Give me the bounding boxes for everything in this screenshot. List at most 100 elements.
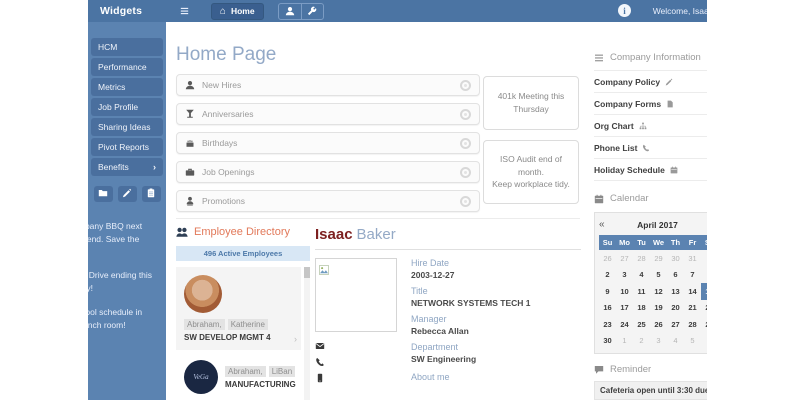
calendar-day[interactable]: 14 [684, 283, 701, 300]
calendar-day[interactable]: 18 [633, 300, 650, 317]
calendar-day[interactable]: 30 [667, 250, 684, 267]
calendar-day[interactable]: 29 [650, 250, 667, 267]
calendar-day[interactable]: 11 [633, 283, 650, 300]
company-info-company-forms[interactable]: Company Forms [594, 93, 707, 115]
calendar-day[interactable]: 5 [650, 267, 667, 284]
calendar-day[interactable]: 29 [701, 316, 707, 333]
calendar-day[interactable]: 17 [616, 300, 633, 317]
calendar-day[interactable]: 26 [599, 250, 616, 267]
page-title: Home Page [176, 44, 276, 66]
expand-circle-icon[interactable] [460, 138, 471, 149]
pencil-button[interactable] [118, 186, 137, 202]
calendar-day[interactable]: 10 [616, 283, 633, 300]
calendar-prev-button[interactable]: « [599, 219, 613, 230]
folder-icon [98, 185, 108, 203]
expand-circle-icon[interactable] [460, 196, 471, 207]
reminder-text: Cafeteria open until 3:30 due to [594, 381, 707, 400]
cake-icon [185, 138, 195, 148]
sidebar-item-benefits[interactable]: Benefits› [91, 158, 163, 176]
company-info-label: Org Chart [594, 121, 634, 131]
award-icon [185, 196, 195, 206]
sidebar-item-job-profile[interactable]: Job Profile [91, 98, 163, 116]
company-info-company-policy[interactable]: Company Policy [594, 71, 707, 93]
hamburger-menu-icon[interactable]: ≡ [180, 4, 189, 19]
calendar-day[interactable]: 23 [599, 316, 616, 333]
directory-entry[interactable]: VeGaAbraham,LiBanMANUFACTURING [176, 352, 301, 400]
directory-entry[interactable]: Abraham,KatherineSW DEVELOP MGMT 4› [176, 267, 301, 350]
expand-circle-icon[interactable] [460, 167, 471, 178]
calendar-day[interactable]: 6 [701, 333, 707, 350]
calendar-day[interactable]: 26 [650, 316, 667, 333]
calendar-day[interactable]: 12 [650, 283, 667, 300]
chevron-right-icon: › [294, 334, 297, 344]
accordion-promotions[interactable]: Promotions [176, 190, 480, 212]
broken-image-icon [319, 262, 329, 279]
accordion-label: Promotions [202, 196, 245, 206]
calendar-day[interactable]: 30 [599, 333, 616, 350]
calendar-day[interactable]: 19 [650, 300, 667, 317]
sidebar-item-hcm[interactable]: HCM [91, 38, 163, 56]
calendar-day[interactable]: 21 [684, 300, 701, 317]
calendar-day[interactable]: 13 [667, 283, 684, 300]
calendar-day[interactable]: 22 [701, 300, 707, 317]
calendar-day[interactable]: 25 [633, 316, 650, 333]
expand-circle-icon[interactable] [460, 80, 471, 91]
calendar-day[interactable]: 27 [616, 250, 633, 267]
calendar-day-header: Mo [616, 235, 633, 250]
calendar-day[interactable]: 2 [599, 267, 616, 284]
calendar-day[interactable]: 8 [701, 267, 707, 284]
notes-column: 401k Meeting thisThursdayISO Audit end o… [483, 76, 579, 214]
calendar-day[interactable]: 27 [667, 316, 684, 333]
employee-name: Abraham,Katherine [184, 320, 293, 329]
calendar-day[interactable]: 28 [633, 250, 650, 267]
phone-icon[interactable] [315, 357, 405, 367]
calendar-day[interactable]: 6 [667, 267, 684, 284]
calendar-next-button[interactable]: » [702, 219, 707, 230]
sidebar-item-pivot-reports[interactable]: Pivot Reports [91, 138, 163, 156]
calendar-day[interactable]: 15 [701, 283, 707, 300]
calendar-day[interactable]: 1 [616, 333, 633, 350]
company-info-phone-list[interactable]: Phone List [594, 137, 707, 159]
user-icon[interactable] [279, 4, 301, 19]
accordion-job-openings[interactable]: Job Openings [176, 161, 480, 183]
calendar-day[interactable]: 4 [633, 267, 650, 284]
home-icon: ⌂ [220, 6, 226, 17]
calendar-day[interactable]: 3 [616, 267, 633, 284]
calendar-day[interactable]: 3 [650, 333, 667, 350]
calendar-day[interactable]: 24 [616, 316, 633, 333]
field-label: Hire Date [411, 258, 530, 268]
calendar-day[interactable]: 28 [684, 316, 701, 333]
calendar-day-header: Tu [633, 235, 650, 250]
calendar-day-header: Su [599, 235, 616, 250]
profile-last-name: Baker [357, 226, 396, 243]
accordion-new-hires[interactable]: New Hires [176, 74, 480, 96]
reminder-header: Reminder [594, 364, 707, 375]
accordion-birthdays[interactable]: Birthdays [176, 132, 480, 154]
company-info-holiday-schedule[interactable]: Holiday Schedule [594, 159, 707, 181]
mobile-icon[interactable] [315, 373, 405, 383]
directory-scrollbar[interactable] [304, 267, 310, 400]
calendar-day[interactable]: 7 [684, 267, 701, 284]
sidebar-item-metrics[interactable]: Metrics [91, 78, 163, 96]
calendar-day[interactable]: 31 [684, 250, 701, 267]
company-info-org-chart[interactable]: Org Chart [594, 115, 707, 137]
scrollbar-thumb[interactable] [304, 267, 310, 278]
clipboard-button[interactable] [142, 186, 161, 202]
info-icon[interactable]: i [618, 4, 631, 17]
folder-button[interactable] [94, 186, 113, 202]
home-button[interactable]: ⌂ Home [211, 3, 264, 20]
calendar-day[interactable]: 2 [633, 333, 650, 350]
calendar-day[interactable]: 16 [599, 300, 616, 317]
about-me-link[interactable]: About me [411, 372, 530, 382]
calendar-day[interactable]: 9 [599, 283, 616, 300]
envelope-icon[interactable] [315, 341, 405, 351]
accordion-anniversaries[interactable]: Anniversaries [176, 103, 480, 125]
calendar-day[interactable]: 5 [684, 333, 701, 350]
wrench-icon[interactable] [301, 4, 323, 19]
calendar-day[interactable]: 4 [667, 333, 684, 350]
calendar-day[interactable]: 1 [701, 250, 707, 267]
calendar-day[interactable]: 20 [667, 300, 684, 317]
sidebar-item-sharing-ideas[interactable]: Sharing Ideas [91, 118, 163, 136]
sidebar-item-performance[interactable]: Performance [91, 58, 163, 76]
expand-circle-icon[interactable] [460, 109, 471, 120]
